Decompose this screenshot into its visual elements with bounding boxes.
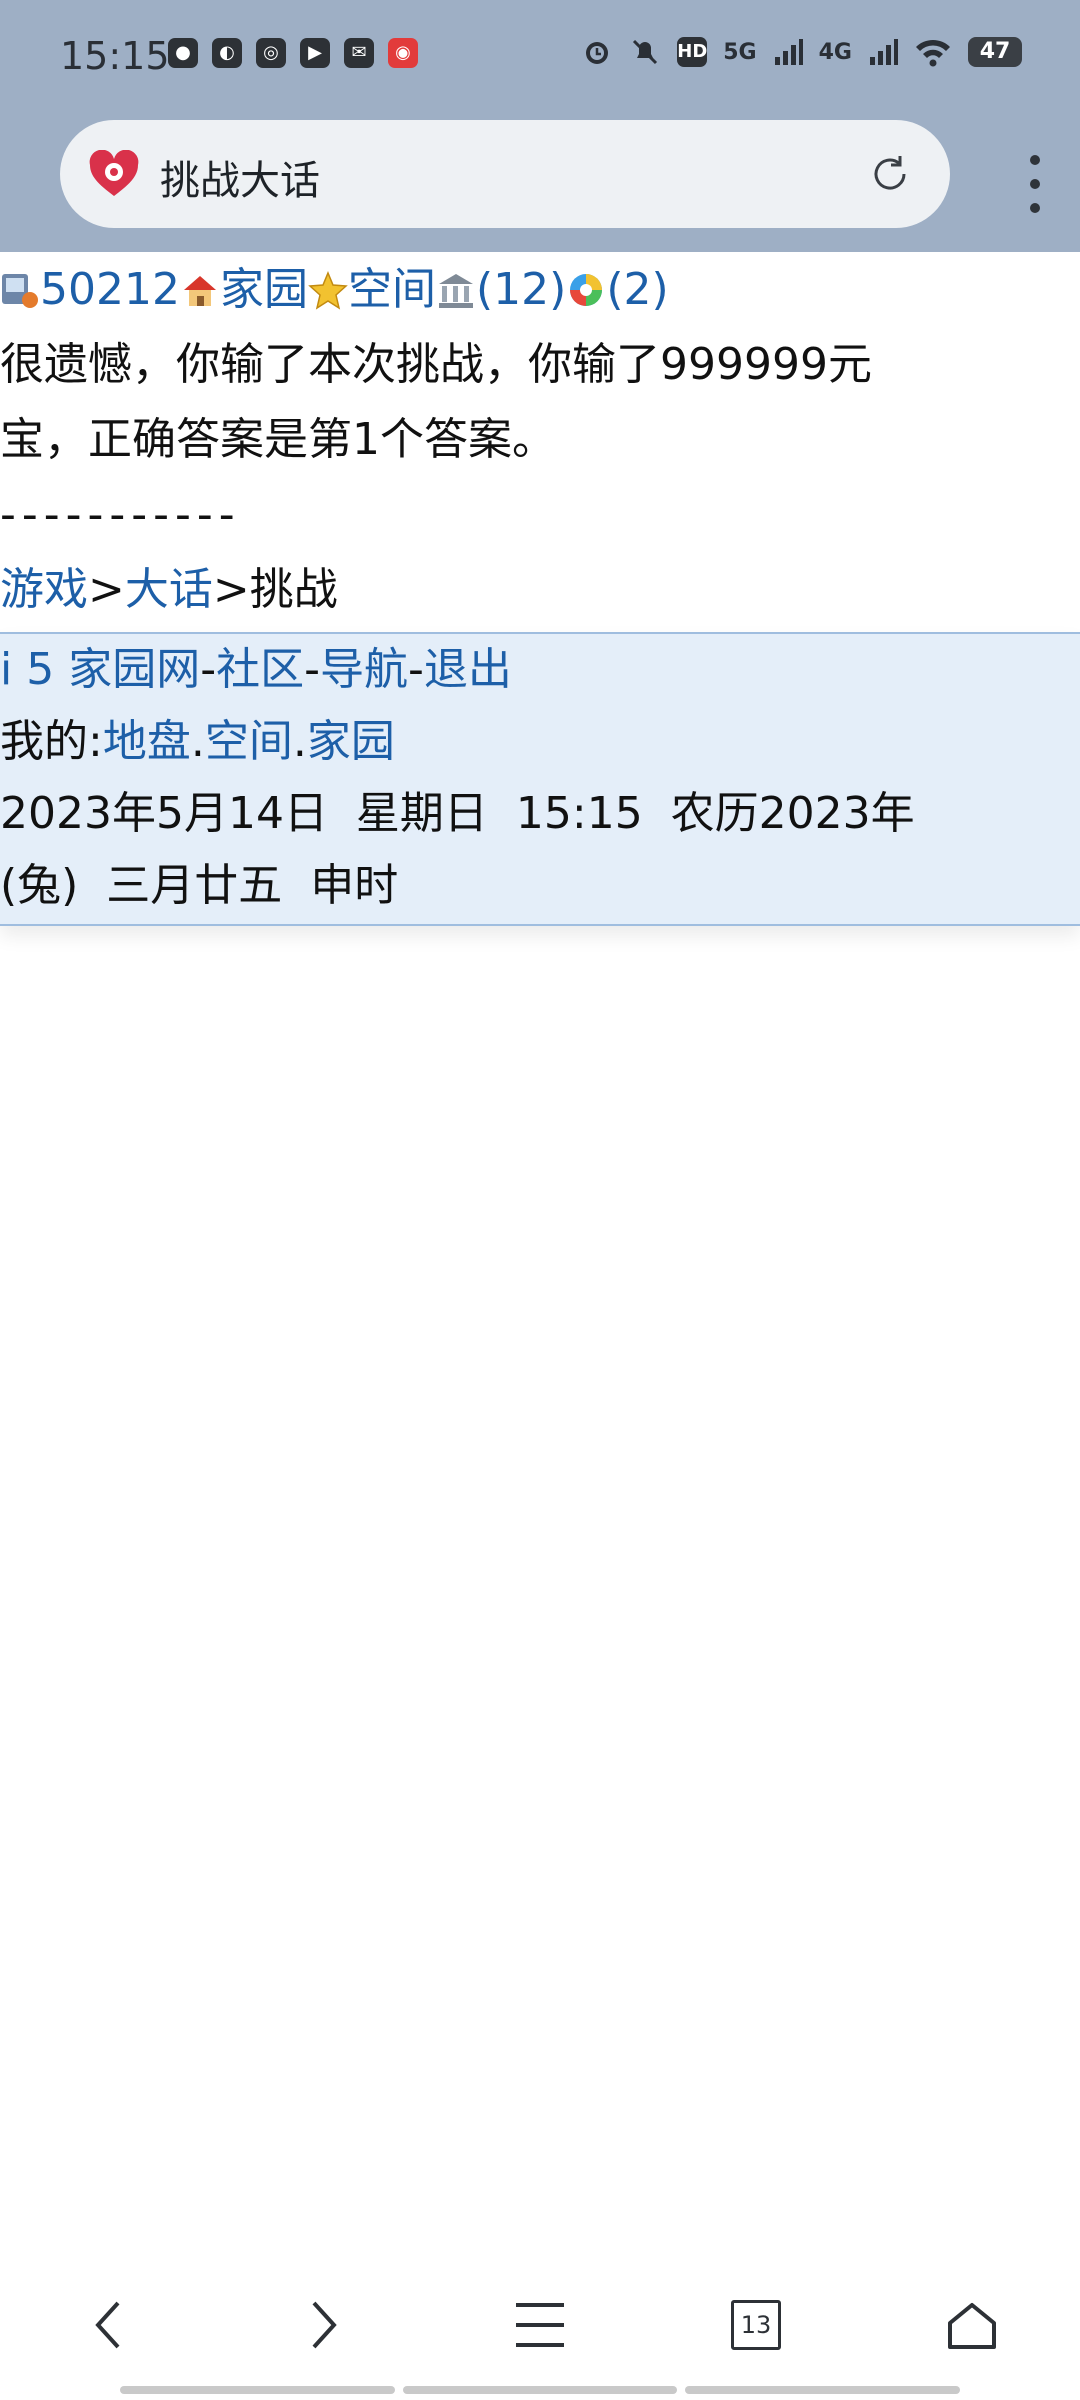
site-footer: i 5 家园网-社区-导航-退出 我的:地盘.空间.家园 2023年5月14日 … [0, 632, 1080, 926]
address-bar[interactable]: 挑战大话 [60, 120, 950, 228]
mute-bell-icon [633, 39, 658, 65]
back-button[interactable] [63, 2280, 153, 2370]
dipan-link[interactable]: 地盘 [103, 716, 191, 767]
reload-icon[interactable] [866, 150, 914, 198]
home-button[interactable] [927, 2280, 1017, 2370]
colorwheel-icon [570, 274, 603, 306]
mail-icon: ✉ [344, 38, 374, 68]
menu-button[interactable] [495, 2280, 585, 2370]
signal-4g: 4G [818, 39, 852, 65]
page-title: 挑战大话 [160, 158, 320, 204]
forward-button[interactable] [279, 2280, 369, 2370]
netease-music-icon: ◉ [388, 38, 418, 68]
navigation-link[interactable]: 导航 [320, 644, 408, 695]
signal-5g: 5G [723, 39, 757, 65]
breadcrumb-dahua[interactable]: 大话 [125, 564, 213, 615]
status-bar: 15:15 ● ◐ ◎ ▶ ✉ ◉ HD 5G 4G 47 [0, 0, 1080, 112]
gesture-segment [685, 2386, 961, 2394]
space-link[interactable]: 空间 [348, 264, 436, 315]
bank-icon [438, 274, 473, 308]
date-line-2: (兔) 三月廿五 申时 [0, 860, 399, 911]
hamburger-icon [516, 2303, 564, 2347]
star-icon [308, 271, 348, 310]
home-icon [183, 276, 216, 306]
signal-bars-icon [774, 39, 803, 65]
gesture-segment [402, 2386, 678, 2394]
divider: ----------- [0, 489, 241, 540]
tab-count-badge: 13 [731, 2300, 781, 2350]
site-home-link[interactable]: i 5 家园网 [0, 644, 200, 695]
gesture-bar [120, 2386, 961, 2394]
footer-sep: - [304, 644, 320, 695]
user-links-row: 50212 家园 空间 (12) (2) [0, 252, 1080, 327]
user-avatar-icon [2, 274, 38, 308]
bottom-navigation: 13 [0, 2270, 1080, 2380]
user-id-link[interactable]: 50212 [40, 264, 180, 315]
page-content: 50212 家园 空间 (12) (2) 很遗憾，你输了本次挑战，你输了999999元 … [0, 252, 1080, 627]
breadcrumb-current: 挑战 [249, 564, 338, 615]
alarm-icon [586, 42, 609, 64]
wechat-icon: ◐ [212, 38, 242, 68]
breadcrumb-games[interactable]: 游戏 [0, 564, 88, 615]
status-time: 15:15 [60, 34, 170, 78]
home-outline-icon [948, 2303, 996, 2349]
my-home-link[interactable]: 家园 [307, 716, 395, 767]
chevron-left-icon [95, 2301, 120, 2349]
chevron-right-icon [312, 2301, 337, 2349]
date-line-1: 2023年5月14日 星期日 15:15 农历2023年 [0, 788, 915, 839]
battery-icon: 47 [968, 37, 1022, 67]
more-menu-icon[interactable] [1020, 144, 1050, 224]
chat-bubble-icon: ● [168, 38, 198, 68]
browser-toolbar: 挑战大话 [0, 112, 1080, 252]
result-line-2: 宝，正确答案是第1个答案。 [0, 414, 556, 465]
notification-icons: ● ◐ ◎ ▶ ✉ ◉ [168, 38, 418, 68]
result-line-1: 很遗憾，你输了本次挑战，你输了999999元 [0, 339, 872, 390]
hd-badge: HD [677, 37, 707, 67]
footer-sep: - [200, 644, 217, 695]
my-space-link[interactable]: 空间 [205, 716, 293, 767]
dot-sep: . [292, 716, 307, 767]
home-link[interactable]: 家园 [220, 264, 308, 315]
compass-icon: ◎ [256, 38, 286, 68]
breadcrumb: 游戏>大话>挑战 [0, 552, 1080, 627]
footer-sep: - [407, 644, 424, 695]
gesture-segment [120, 2386, 395, 2394]
signal-bars-icon [870, 39, 898, 65]
breadcrumb-sep: > [88, 564, 125, 615]
footer-my: 我的:地盘.空间.家园 [0, 706, 1080, 778]
system-icons: HD 5G 4G 47 [581, 36, 1022, 68]
dot-sep: . [190, 716, 205, 767]
count-link-2[interactable]: (2) [606, 264, 668, 315]
tabs-button[interactable]: 13 [711, 2280, 801, 2370]
community-link[interactable]: 社区 [216, 644, 304, 695]
footer-nav: i 5 家园网-社区-导航-退出 [0, 634, 1080, 706]
wifi-icon [916, 39, 950, 67]
breadcrumb-sep: > [212, 564, 250, 615]
logout-link[interactable]: 退出 [424, 644, 512, 695]
count-link-1[interactable]: (12) [476, 264, 566, 315]
my-label: 我的: [0, 716, 103, 767]
play-icon: ▶ [300, 38, 330, 68]
site-heart-icon [89, 150, 139, 196]
